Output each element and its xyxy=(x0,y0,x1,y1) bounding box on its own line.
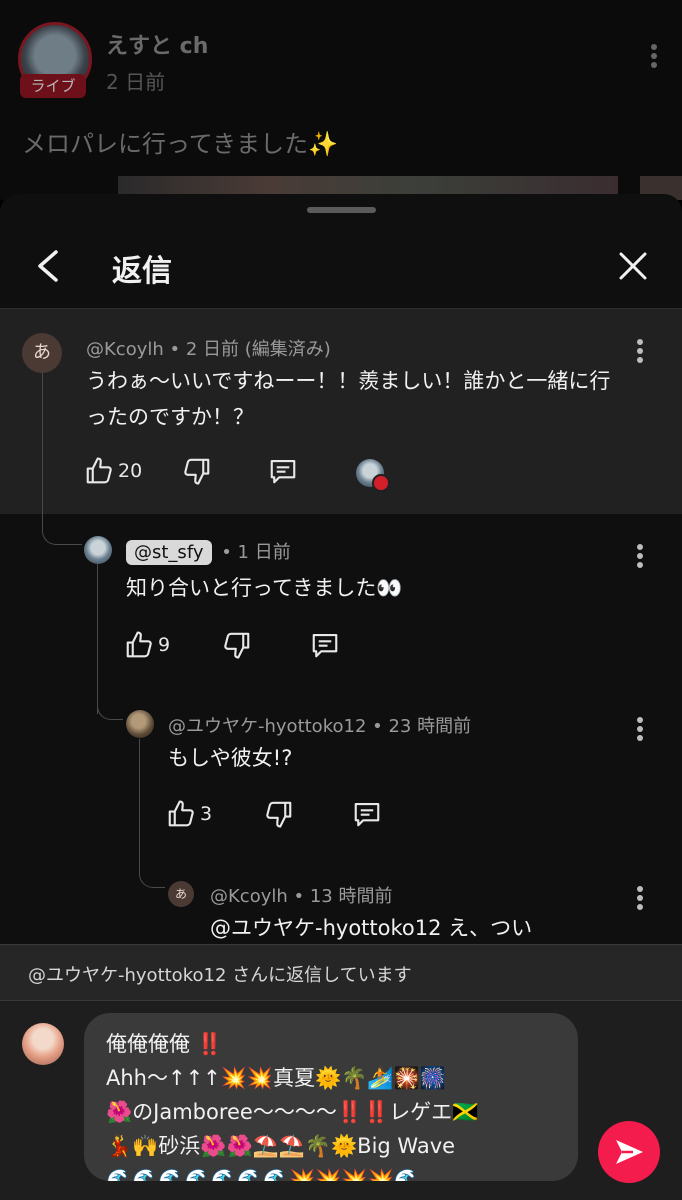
comment-more-icon[interactable] xyxy=(634,717,646,745)
like-button[interactable]: 3 xyxy=(166,799,212,833)
reply-button[interactable] xyxy=(268,456,298,490)
avatar[interactable] xyxy=(126,710,154,738)
thumb-down-icon xyxy=(266,801,292,828)
heart-icon xyxy=(372,474,390,492)
avatar[interactable] xyxy=(84,536,112,564)
like-count: 9 xyxy=(158,634,171,656)
thumb-up-icon xyxy=(126,631,152,658)
send-button[interactable] xyxy=(598,1121,660,1183)
thread-connector xyxy=(97,694,123,720)
replying-to-banner: @ユウヤケ-hyottoko12 さんに返信しています xyxy=(0,944,682,1001)
reply-input-text[interactable]: 俺俺俺俺 ‼️ Ahh〜↑↑↑💥💥真夏🌞🌴🏄🎇🎆 🌺のJamboree〜〜〜〜‼… xyxy=(106,1027,566,1181)
comment-more-icon[interactable] xyxy=(634,544,646,572)
reply-icon xyxy=(354,802,380,827)
comment-text: もしや彼女!? xyxy=(168,746,293,770)
reply-composer: 俺俺俺俺 ‼️ Ahh〜↑↑↑💥💥真夏🌞🌴🏄🎇🎆 🌺のJamboree〜〜〜〜‼… xyxy=(0,1001,682,1200)
like-button[interactable]: 20 xyxy=(84,456,142,490)
reply-button[interactable] xyxy=(352,799,382,833)
comment-text: うわぁ〜いいですねーー！！羨ましい！誰かと一緒に行ったのですか！？ xyxy=(86,369,611,429)
close-icon xyxy=(619,252,647,280)
thumb-down-icon xyxy=(184,458,210,485)
reply-icon xyxy=(270,459,296,484)
avatar[interactable]: あ xyxy=(168,881,194,907)
sheet-title: 返信 xyxy=(112,254,172,289)
comment-author[interactable]: @ユウヤケ-hyottoko12 xyxy=(168,716,366,737)
comment-meta: • 1 日前 xyxy=(215,542,291,563)
thumb-down-icon xyxy=(224,632,250,659)
comment-author[interactable]: @Kcoylh xyxy=(86,339,164,360)
comment-meta: • 23 時間前 xyxy=(366,716,472,737)
thumb-up-icon xyxy=(86,457,112,484)
thumb-up-icon xyxy=(168,800,194,827)
comment-author-line: @Kcoylh • 2 日前 (編集済み) xyxy=(86,335,331,361)
thread-line xyxy=(97,564,98,714)
chevron-left-icon xyxy=(38,250,58,282)
live-badge: ライブ xyxy=(20,74,86,98)
my-avatar xyxy=(22,1023,64,1065)
reply-button[interactable] xyxy=(310,630,340,664)
reply-input[interactable]: 俺俺俺俺 ‼️ Ahh〜↑↑↑💥💥真夏🌞🌴🏄🎇🎆 🌺のJamboree〜〜〜〜‼… xyxy=(84,1013,578,1181)
comment-author-line: @ユウヤケ-hyottoko12 • 23 時間前 xyxy=(168,712,471,738)
comment-more-icon[interactable] xyxy=(634,339,646,367)
reply-icon xyxy=(312,633,338,658)
thread-line xyxy=(139,739,140,869)
channel-name: えすと ch xyxy=(106,34,209,59)
comment-meta: • 13 時間前 xyxy=(287,886,393,907)
dislike-button[interactable] xyxy=(264,799,294,833)
sheet-drag-handle[interactable] xyxy=(307,207,376,213)
comment-author[interactable]: @Kcoylh xyxy=(210,886,288,907)
dislike-button[interactable] xyxy=(222,630,252,664)
post-text: メロパレに行ってきました✨ xyxy=(22,130,338,158)
like-button[interactable]: 9 xyxy=(124,630,170,664)
close-button[interactable] xyxy=(618,251,648,281)
comment-author-line: @Kcoylh • 13 時間前 xyxy=(210,882,392,908)
dislike-button[interactable] xyxy=(182,456,212,490)
like-count: 20 xyxy=(118,460,143,482)
comment-meta: • 2 日前 (編集済み) xyxy=(163,339,331,360)
comment-text: @ユウヤケ-hyottoko12 え、つい xyxy=(210,916,533,940)
thread-connector xyxy=(139,854,165,888)
like-count: 3 xyxy=(200,803,213,825)
creator-author-chip[interactable]: @st_sfy xyxy=(126,540,212,565)
send-icon xyxy=(616,1140,643,1164)
post-more-icon xyxy=(646,44,662,78)
post-time: 2 日前 xyxy=(106,70,166,94)
thread-connector xyxy=(42,369,82,545)
back-button[interactable] xyxy=(34,250,62,282)
avatar[interactable]: あ xyxy=(22,333,62,373)
background-post: ライブ えすと ch 2 日前 メロパレに行ってきました✨ xyxy=(0,0,682,200)
comment-text: 知り合いと行ってきました👀 xyxy=(126,576,403,600)
replying-to-text: @ユウヤケ-hyottoko12 さんに返信しています xyxy=(28,965,412,986)
comment-more-icon[interactable] xyxy=(634,886,646,914)
comment-author-line: @st_sfy • 1 日前 xyxy=(126,538,291,565)
